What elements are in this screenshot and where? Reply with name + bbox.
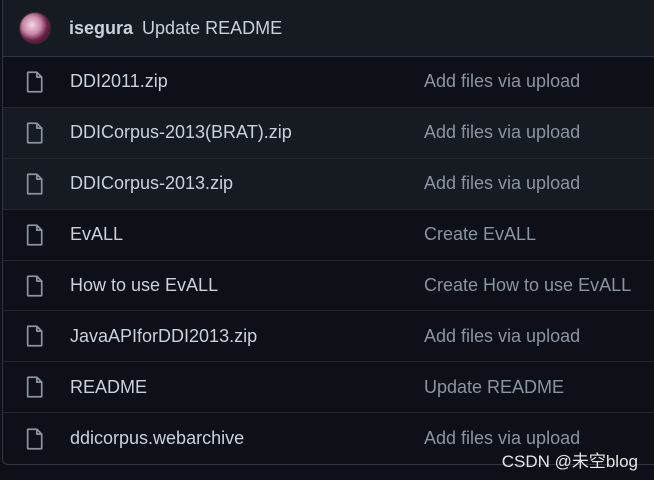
file-row: README Update README (3, 362, 654, 414)
file-name-link[interactable]: ddicorpus.webarchive (70, 428, 244, 449)
file-icon (26, 325, 43, 348)
file-name-link[interactable]: DDICorpus-2013.zip (70, 173, 233, 194)
file-row: DDICorpus-2013(BRAT).zip Add files via u… (3, 107, 654, 159)
file-icon (26, 173, 43, 195)
latest-commit-header: isegura Update README (3, 0, 654, 57)
file-row: DDICorpus-2013.zip Add files via upload (3, 158, 654, 210)
commit-author-link[interactable]: isegura (69, 18, 133, 38)
file-icon (26, 223, 43, 246)
file-row: How to use EvALL Create How to use EvALL (3, 261, 654, 312)
commit-message-link[interactable]: Update README (142, 18, 282, 38)
file-name-link[interactable]: DDICorpus-2013(BRAT).zip (70, 122, 292, 143)
file-commit-link[interactable]: Add files via upload (424, 71, 580, 92)
file-name-link[interactable]: DDI2011.zip (70, 71, 168, 92)
file-row: DDI2011.zip Add files via upload (3, 57, 654, 108)
file-commit-link[interactable]: Add files via upload (424, 122, 580, 143)
file-icon (26, 376, 43, 398)
author-avatar[interactable] (19, 12, 51, 44)
file-name-link[interactable]: README (70, 377, 147, 398)
latest-commit-text: isegura Update README (69, 18, 282, 39)
file-row: EvALL Create EvALL (3, 210, 654, 261)
file-name-link[interactable]: EvALL (70, 224, 123, 245)
repo-file-browser: isegura Update README DDI2011.zip Add fi… (2, 0, 654, 465)
csdn-watermark: CSDN @未空blog (501, 452, 638, 471)
file-icon (26, 428, 43, 450)
file-commit-link[interactable]: Add files via upload (424, 173, 580, 194)
file-commit-link[interactable]: Update README (424, 377, 564, 398)
file-icon (26, 274, 43, 297)
file-commit-link[interactable]: Add files via upload (424, 326, 580, 347)
file-list: DDI2011.zip Add files via upload DDICorp… (3, 57, 654, 464)
file-commit-link[interactable]: Create EvALL (424, 224, 536, 245)
file-icon (26, 71, 43, 93)
file-name-link[interactable]: JavaAPIforDDI2013.zip (70, 326, 257, 347)
file-commit-link[interactable]: Create How to use EvALL (424, 275, 631, 296)
file-icon (26, 122, 43, 144)
file-name-link[interactable]: How to use EvALL (70, 275, 218, 296)
file-row: JavaAPIforDDI2013.zip Add files via uplo… (3, 311, 654, 363)
